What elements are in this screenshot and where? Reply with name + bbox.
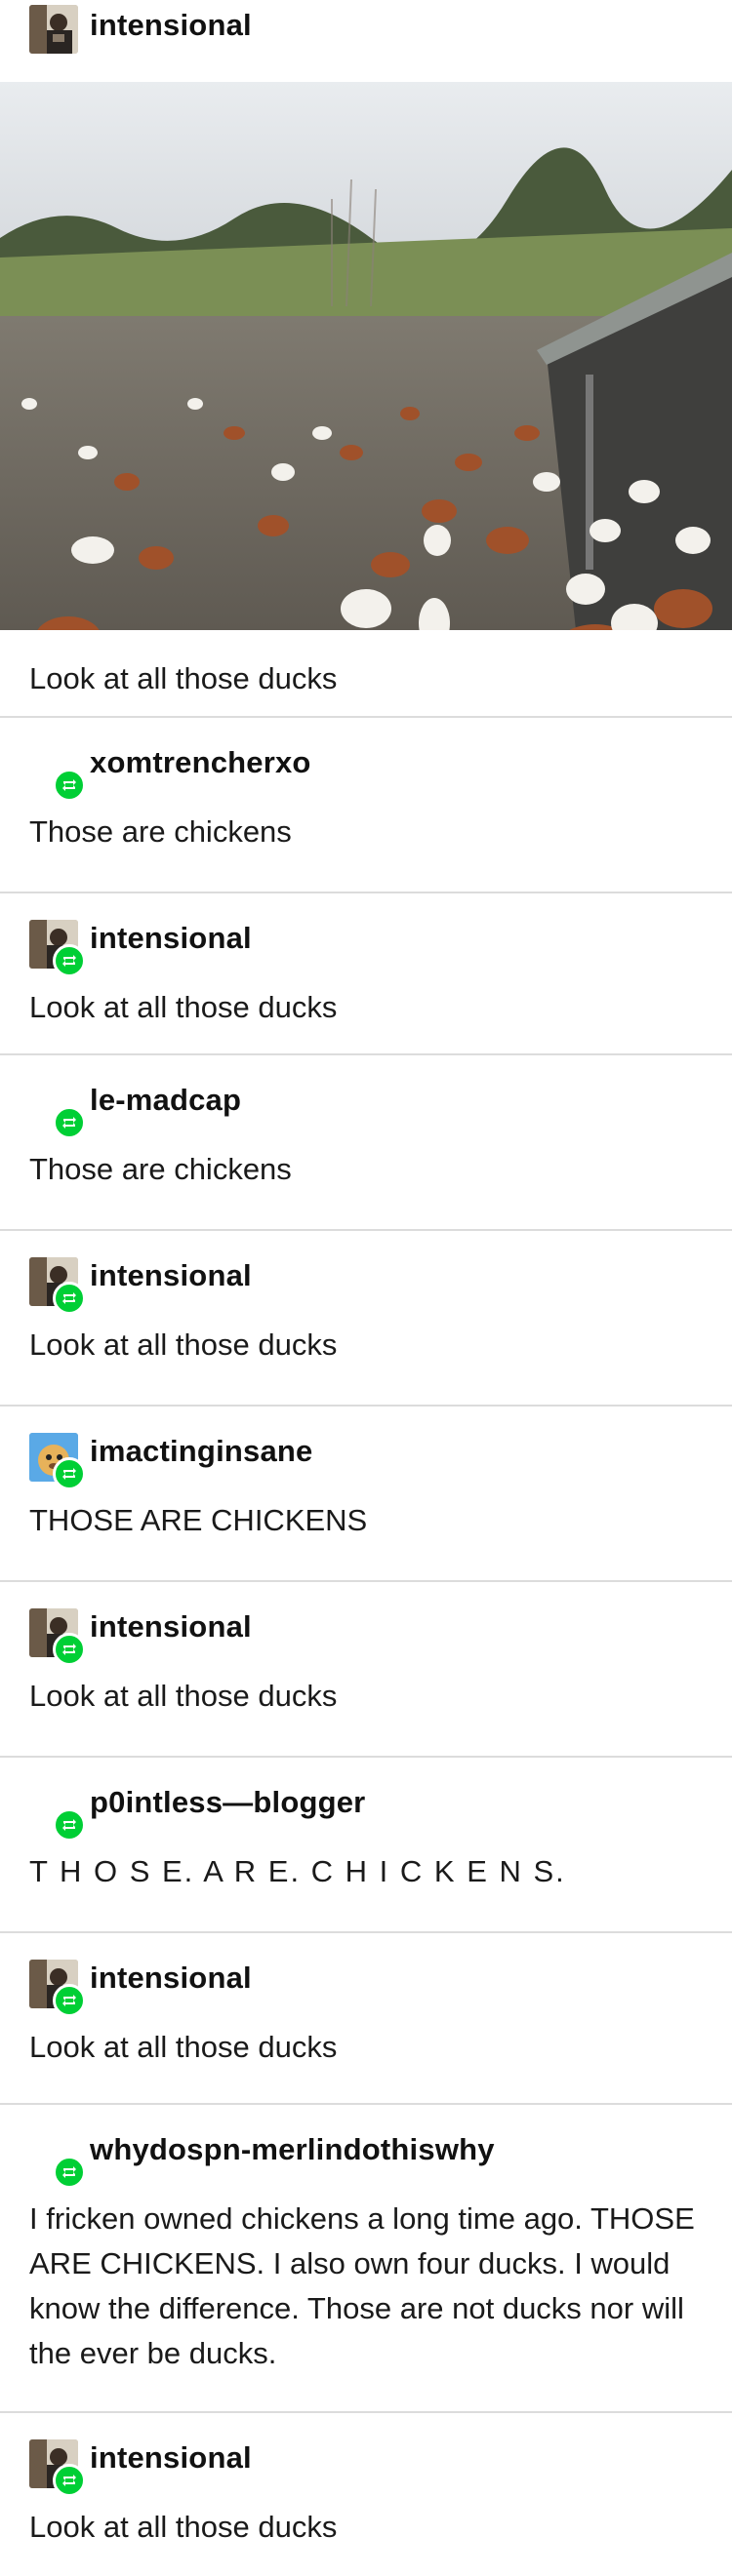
reblog-post: p0intless—blogger T H O S E. A R E. C H … xyxy=(0,1758,732,1931)
reblog-badge xyxy=(53,1984,86,2017)
reblog-post: intensional Look at all those ducks xyxy=(0,1231,732,1405)
username[interactable]: intensional xyxy=(90,1609,252,1645)
reblog-icon xyxy=(62,1117,76,1129)
post-text: Look at all those ducks xyxy=(29,2510,338,2544)
reblog-badge xyxy=(53,1808,86,1842)
username[interactable]: imactinginsane xyxy=(90,1434,312,1469)
reblog-icon xyxy=(62,955,76,967)
op-header: intensional xyxy=(0,0,732,82)
reblog-post: xomtrencherxo Those are chickens xyxy=(0,718,732,892)
username[interactable]: xomtrencherxo xyxy=(90,745,311,780)
reblog-post: whydospn-merlindothiswhy I fricken owned… xyxy=(0,2105,732,2411)
chicken-farm-photo xyxy=(0,82,732,630)
username[interactable]: whydospn-merlindothiswhy xyxy=(90,2132,495,2167)
username[interactable]: intensional xyxy=(90,1961,252,1996)
post-text: Look at all those ducks xyxy=(29,2030,338,2064)
reblog-badge xyxy=(53,1282,86,1315)
username[interactable]: p0intless—blogger xyxy=(90,1785,365,1820)
post-text: Look at all those ducks xyxy=(29,1328,338,1362)
reblog-icon xyxy=(62,1819,76,1831)
avatar[interactable] xyxy=(29,5,78,54)
post-text: THOSE ARE CHICKENS xyxy=(29,1503,368,1537)
reblog-badge xyxy=(53,1106,86,1139)
reblog-post: intensional Look at all those ducks xyxy=(0,893,732,1053)
reblog-badge xyxy=(53,944,86,977)
reblog-icon xyxy=(62,1995,76,2006)
username[interactable]: le-madcap xyxy=(90,1083,241,1118)
post-text: Those are chickens xyxy=(29,814,292,849)
reblog-post: intensional Look at all those ducks xyxy=(0,1582,732,1756)
reblog-icon xyxy=(62,2166,76,2178)
username[interactable]: intensional xyxy=(90,921,252,956)
post-text: I fricken owned chickens a long time ago… xyxy=(29,2201,695,2370)
reblog-icon xyxy=(62,779,76,791)
username[interactable]: intensional xyxy=(90,2440,252,2476)
username[interactable]: intensional xyxy=(90,1258,252,1293)
username[interactable]: intensional xyxy=(90,8,252,43)
reblog-post: intensional Look at all those ducks xyxy=(0,2413,732,2559)
reblog-post: le-madcap Those are chickens xyxy=(0,1055,732,1229)
reblog-post: imactinginsane THOSE ARE CHICKENS xyxy=(0,1407,732,1580)
reblog-icon xyxy=(62,1468,76,1480)
post-text: Look at all those ducks xyxy=(29,990,338,1024)
reblog-post: intensional Look at all those ducks xyxy=(0,1933,732,2103)
reblog-badge xyxy=(53,2156,86,2189)
reblog-badge xyxy=(53,1633,86,1666)
post-caption: Look at all those ducks xyxy=(29,661,338,695)
reblog-icon xyxy=(62,1644,76,1655)
reblog-badge xyxy=(53,769,86,802)
reblog-badge xyxy=(53,1457,86,1490)
post-text: Those are chickens xyxy=(29,1152,292,1186)
reblog-icon xyxy=(62,1292,76,1304)
post-text: T H O S E. A R E. C H I C K E N S. xyxy=(29,1854,566,1888)
reblog-icon xyxy=(62,2475,76,2486)
post-text: Look at all those ducks xyxy=(29,1679,338,1713)
reblog-badge xyxy=(53,2464,86,2497)
